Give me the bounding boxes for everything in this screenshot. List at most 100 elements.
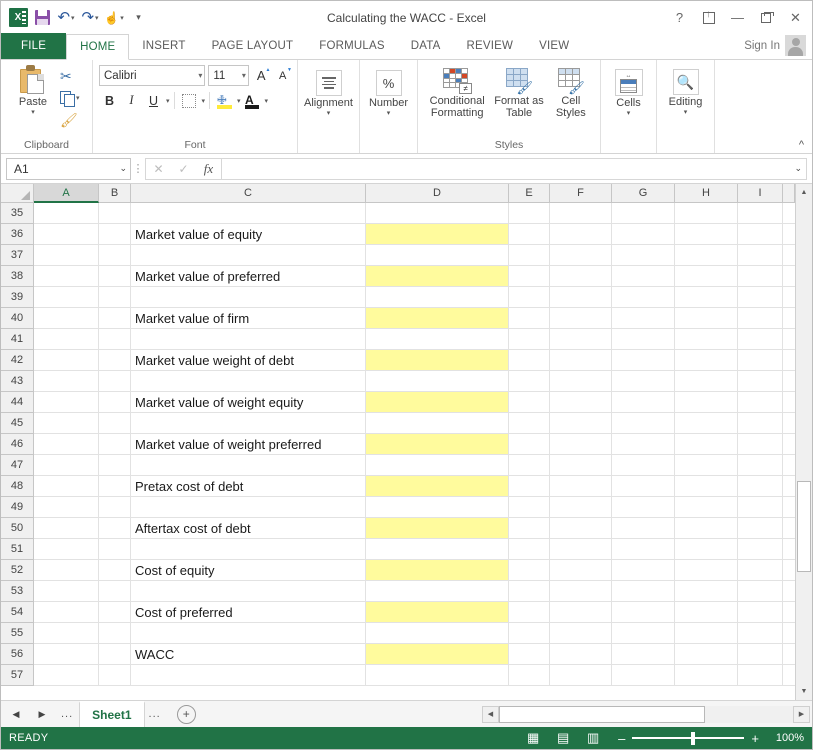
alignment-button[interactable]: Alignment ▾	[303, 68, 354, 138]
cell-F48[interactable]	[550, 476, 612, 497]
horizontal-scrollbar[interactable]: ◀ ▶	[482, 701, 812, 727]
row-header-46[interactable]: 46	[1, 434, 34, 455]
row-header-48[interactable]: 48	[1, 476, 34, 497]
add-sheet-icon[interactable]: +	[176, 704, 196, 724]
row-header-43[interactable]: 43	[1, 371, 34, 392]
cell-C38[interactable]: Market value of preferred	[131, 266, 366, 287]
number-button[interactable]: % Number ▾	[365, 68, 412, 138]
row-header-45[interactable]: 45	[1, 413, 34, 434]
cell-E46[interactable]	[509, 434, 550, 455]
cell-G45[interactable]	[612, 413, 675, 434]
row-header-41[interactable]: 41	[1, 329, 34, 350]
cell-G47[interactable]	[612, 455, 675, 476]
cell-B39[interactable]	[99, 287, 131, 308]
vertical-scroll-thumb[interactable]	[797, 480, 811, 573]
cell-B35[interactable]	[99, 203, 131, 224]
collapse-ribbon-icon[interactable]: ^	[799, 139, 804, 151]
cell-I57[interactable]	[738, 665, 783, 686]
cell-C43[interactable]	[131, 371, 366, 392]
cell-C45[interactable]	[131, 413, 366, 434]
cell-F51[interactable]	[550, 539, 612, 560]
row-header-39[interactable]: 39	[1, 287, 34, 308]
zoom-slider-thumb[interactable]	[690, 731, 695, 745]
cell-E37[interactable]	[509, 245, 550, 266]
cell-C44[interactable]: Market value of weight equity	[131, 392, 366, 413]
cell-C53[interactable]	[131, 581, 366, 602]
cell-E52[interactable]	[509, 560, 550, 581]
cell-D40[interactable]	[366, 308, 509, 329]
borders-button[interactable]	[179, 90, 200, 111]
tab-home[interactable]: HOME	[66, 34, 130, 60]
cell-I50[interactable]	[738, 518, 783, 539]
row-header-52[interactable]: 52	[1, 560, 34, 581]
cell-A44[interactable]	[34, 392, 99, 413]
cell-D41[interactable]	[366, 329, 509, 350]
bold-button[interactable]: B	[99, 90, 120, 111]
cell-G39[interactable]	[612, 287, 675, 308]
tab-file[interactable]: FILE	[1, 33, 67, 59]
cell-H53[interactable]	[675, 581, 738, 602]
help-icon[interactable]: ?	[672, 9, 687, 27]
cell-D54[interactable]	[366, 602, 509, 623]
cell-I47[interactable]	[738, 455, 783, 476]
cell-C55[interactable]	[131, 623, 366, 644]
close-icon[interactable]: ✕	[788, 9, 803, 27]
row-header-35[interactable]: 35	[1, 203, 34, 224]
cell-G48[interactable]	[612, 476, 675, 497]
cell-H56[interactable]	[675, 644, 738, 665]
cell-D38[interactable]	[366, 266, 509, 287]
cell-E48[interactable]	[509, 476, 550, 497]
column-header-d[interactable]: D	[366, 184, 509, 203]
cell-H57[interactable]	[675, 665, 738, 686]
cell-D56[interactable]	[366, 644, 509, 665]
sheet-list-left-ellipsis[interactable]: ...	[61, 708, 73, 720]
cell-B49[interactable]	[99, 497, 131, 518]
cut-button[interactable]: ✂	[60, 66, 80, 86]
font-name-combo[interactable]: Calibri ▾	[99, 65, 206, 86]
cell-C57[interactable]	[131, 665, 366, 686]
cell-G35[interactable]	[612, 203, 675, 224]
row-header-57[interactable]: 57	[1, 665, 34, 686]
cell-I40[interactable]	[738, 308, 783, 329]
cell-B46[interactable]	[99, 434, 131, 455]
cell-F53[interactable]	[550, 581, 612, 602]
normal-view-icon[interactable]: ▦	[518, 728, 548, 748]
cell-H39[interactable]	[675, 287, 738, 308]
cell-A47[interactable]	[34, 455, 99, 476]
cell-I52[interactable]	[738, 560, 783, 581]
cell-I41[interactable]	[738, 329, 783, 350]
cell-E49[interactable]	[509, 497, 550, 518]
cell-F42[interactable]	[550, 350, 612, 371]
horizontal-scroll-track[interactable]	[499, 705, 793, 723]
cell-H49[interactable]	[675, 497, 738, 518]
insert-function-icon[interactable]: fx	[196, 159, 221, 179]
cell-E40[interactable]	[509, 308, 550, 329]
cell-G56[interactable]	[612, 644, 675, 665]
format-as-table-button[interactable]: 🖌 Format as Table	[491, 66, 546, 138]
tab-data[interactable]: DATA	[398, 33, 454, 59]
column-header-c[interactable]: C	[131, 184, 366, 203]
cell-E51[interactable]	[509, 539, 550, 560]
zoom-in-icon[interactable]: +	[751, 732, 759, 745]
cell-G38[interactable]	[612, 266, 675, 287]
save-icon[interactable]	[31, 7, 53, 29]
cell-H35[interactable]	[675, 203, 738, 224]
cell-A40[interactable]	[34, 308, 99, 329]
column-header-e[interactable]: E	[509, 184, 550, 203]
cell-F45[interactable]	[550, 413, 612, 434]
cell-F38[interactable]	[550, 266, 612, 287]
cell-G49[interactable]	[612, 497, 675, 518]
editing-button[interactable]: 🔍 Editing ▾	[662, 67, 709, 138]
cell-A54[interactable]	[34, 602, 99, 623]
cell-A39[interactable]	[34, 287, 99, 308]
cell-C42[interactable]: Market value weight of debt	[131, 350, 366, 371]
cell-A51[interactable]	[34, 539, 99, 560]
cell-styles-button[interactable]: 🖌 Cell Styles	[547, 66, 595, 138]
cell-A35[interactable]	[34, 203, 99, 224]
cell-H43[interactable]	[675, 371, 738, 392]
minimize-icon[interactable]: —	[730, 9, 745, 27]
cell-A38[interactable]	[34, 266, 99, 287]
cell-A43[interactable]	[34, 371, 99, 392]
cell-D36[interactable]	[366, 224, 509, 245]
cell-E56[interactable]	[509, 644, 550, 665]
